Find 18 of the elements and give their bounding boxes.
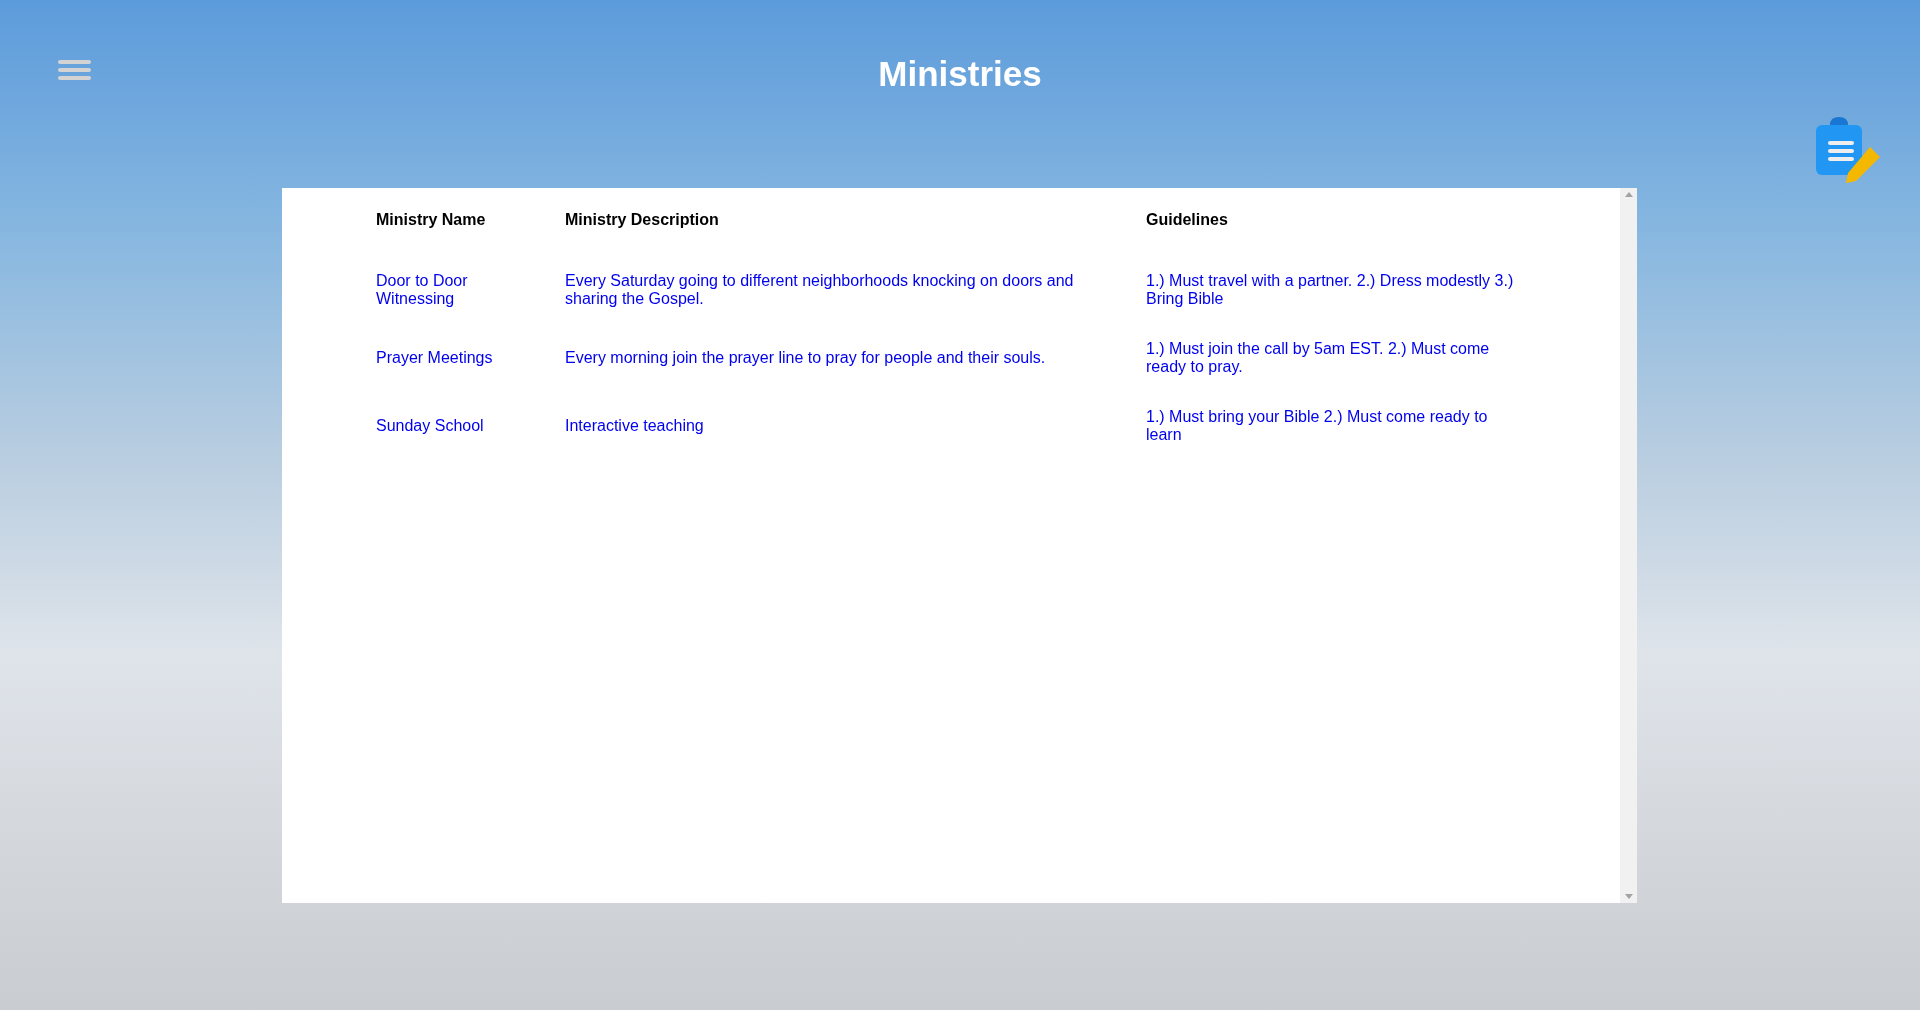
table-cell: 1.) Must bring your Bible 2.) Must come ready to learn <box>1146 408 1488 443</box>
column-header: Ministry Description <box>565 211 719 228</box>
table-cell: Prayer Meetings <box>376 349 493 366</box>
table-cell: Sunday School <box>376 417 484 434</box>
scrollbar[interactable] <box>1620 188 1637 903</box>
table-cell: 1.) Must travel with a partner. 2.) Dress modestly 3.) Bring Bible <box>1146 272 1514 307</box>
clipboard-pencil-icon[interactable] <box>1814 117 1882 183</box>
table-cell: Every morning join the prayer line to pray for people and their souls. <box>565 349 1046 366</box>
column-header: Guidelines <box>1146 211 1228 228</box>
table-cell: 1.) Must join the call by 5am EST. 2.) Must come ready to pray. <box>1146 340 1490 375</box>
table-cell: Interactive teaching <box>565 417 704 434</box>
table-cell: Every Saturday going to different neighborhoods knocking on doors and sharing the Gospel. <box>565 272 1074 307</box>
page-title: Ministries <box>878 56 1042 91</box>
menu-icon[interactable] <box>58 58 91 82</box>
table-cell: Door to Door Witnessing <box>376 272 468 307</box>
scroll-up-icon[interactable] <box>1624 192 1633 197</box>
scroll-down-icon[interactable] <box>1624 894 1633 899</box>
column-header: Ministry Name <box>376 211 486 228</box>
